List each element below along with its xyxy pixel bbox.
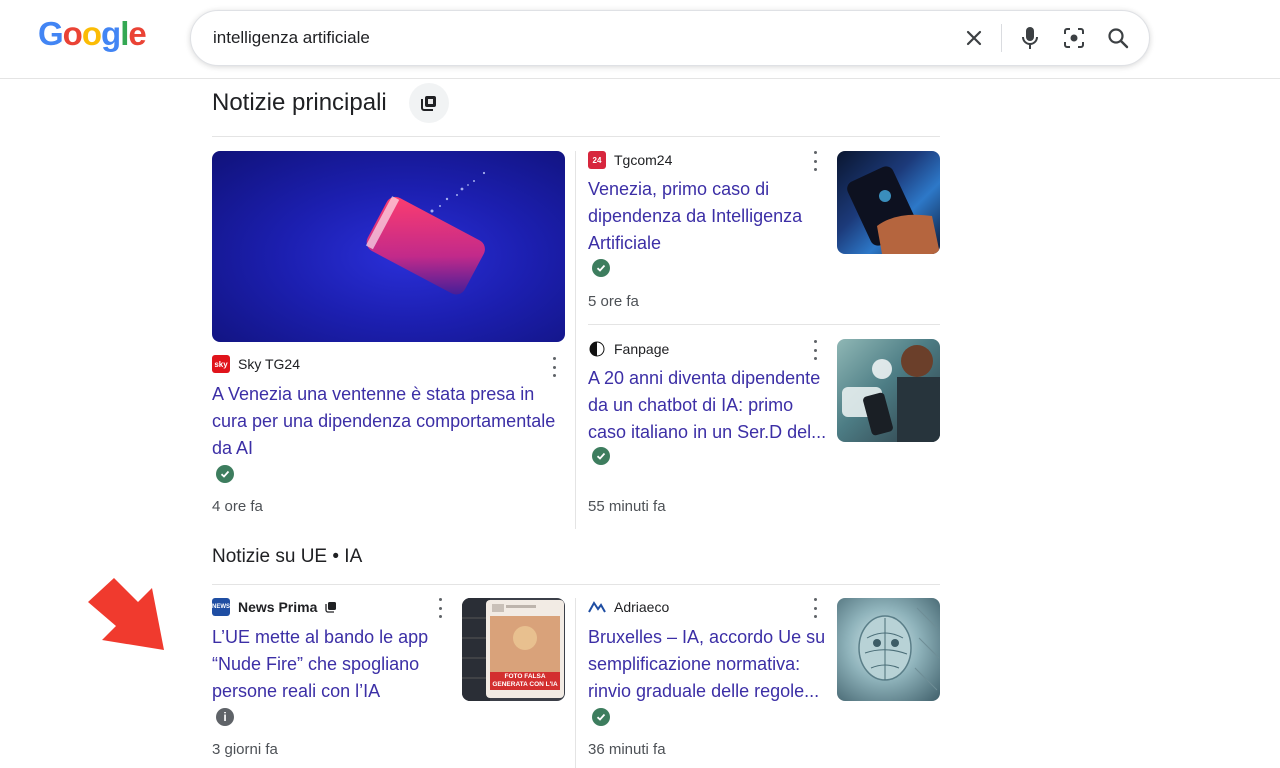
source-name: Fanpage [614,341,670,357]
source-adriaeco[interactable]: Adriaeco [588,598,669,616]
search-bar[interactable]: intelligenza artificiale [190,10,1150,66]
logo-letter: l [120,15,129,52]
story-thumbnail[interactable] [837,151,940,254]
search-icon[interactable] [1105,25,1131,51]
story-headline[interactable]: A 20 anni diventa dipendente da un chatb… [588,365,833,446]
timestamp: 5 ore fa [588,293,639,310]
stack-icon [325,602,337,613]
logo-letter: g [101,15,121,52]
info-icon: i [216,708,234,726]
stack-icon[interactable] [409,83,449,123]
source-name: Sky TG24 [238,356,300,372]
header: Google intelligenza artificiale [0,0,1280,79]
red-arrow-icon [88,578,164,650]
logo-letter: e [128,15,146,52]
story-thumbnail[interactable] [837,598,940,701]
source-name: Adriaeco [614,599,670,615]
more-options-icon[interactable] [551,357,557,377]
sky-tg24-favicon: sky [212,355,230,373]
story-thumbnail[interactable]: FOTO FALSA GENERATA CON L'IA [462,598,565,701]
timestamp: 4 ore fa [212,498,263,515]
source-fanpage[interactable]: Fanpage [588,340,669,358]
fanpage-favicon [588,340,606,358]
more-options-icon[interactable] [812,151,818,171]
story-thumbnail[interactable] [837,339,940,442]
logo-letter: o [62,15,83,52]
verified-icon [592,708,610,726]
column-divider [575,598,576,768]
more-options-icon[interactable] [437,598,443,618]
verified-icon [216,465,234,483]
timestamp: 55 minuti fa [588,498,666,515]
verified-icon [592,447,610,465]
more-options-icon[interactable] [812,340,818,360]
section-title-eu-ai: Notizie su UE • IA [212,546,363,567]
story-headline[interactable]: L’UE mette al bando le app “Nude Fire” c… [212,624,447,705]
divider [588,324,940,325]
column-divider [575,151,576,529]
divider [212,136,940,137]
tgcom24-favicon: 24 [588,151,606,169]
news-prima-favicon: NEWS [212,598,230,616]
timestamp: 3 giorni fa [212,741,278,758]
logo-letter: G [38,15,64,52]
story-headline[interactable]: Venezia, primo caso di dipendenza da Int… [588,176,818,257]
source-tgcom24[interactable]: 24 Tgcom24 [588,151,672,169]
timestamp: 36 minuti fa [588,741,666,758]
main-story-headline[interactable]: A Venezia una ventenne è stata presa in … [212,381,572,462]
microphone-icon[interactable] [1017,25,1043,51]
verified-icon [592,259,610,277]
more-options-icon[interactable] [812,598,818,618]
main-story-image[interactable] [212,151,565,342]
google-logo[interactable]: Google [38,15,147,53]
story-headline[interactable]: Bruxelles – IA, accordo Ue su semplifica… [588,624,833,705]
logo-letter: o [81,15,102,52]
lens-camera-icon[interactable] [1061,25,1087,51]
clear-icon[interactable] [961,25,987,51]
search-divider [1001,24,1002,52]
divider [212,584,940,585]
adriaeco-favicon [588,598,606,616]
source-sky-tg24[interactable]: sky Sky TG24 [212,355,300,373]
search-input[interactable]: intelligenza artificiale [213,28,370,48]
source-name: News Prima [238,599,318,615]
thumbnail-caption: FOTO FALSA GENERATA CON L'IA [492,673,558,688]
section-title-top-stories: Notizie principali [212,89,387,116]
source-name: Tgcom24 [614,152,673,168]
source-news-prima[interactable]: NEWS News Prima [212,598,337,616]
